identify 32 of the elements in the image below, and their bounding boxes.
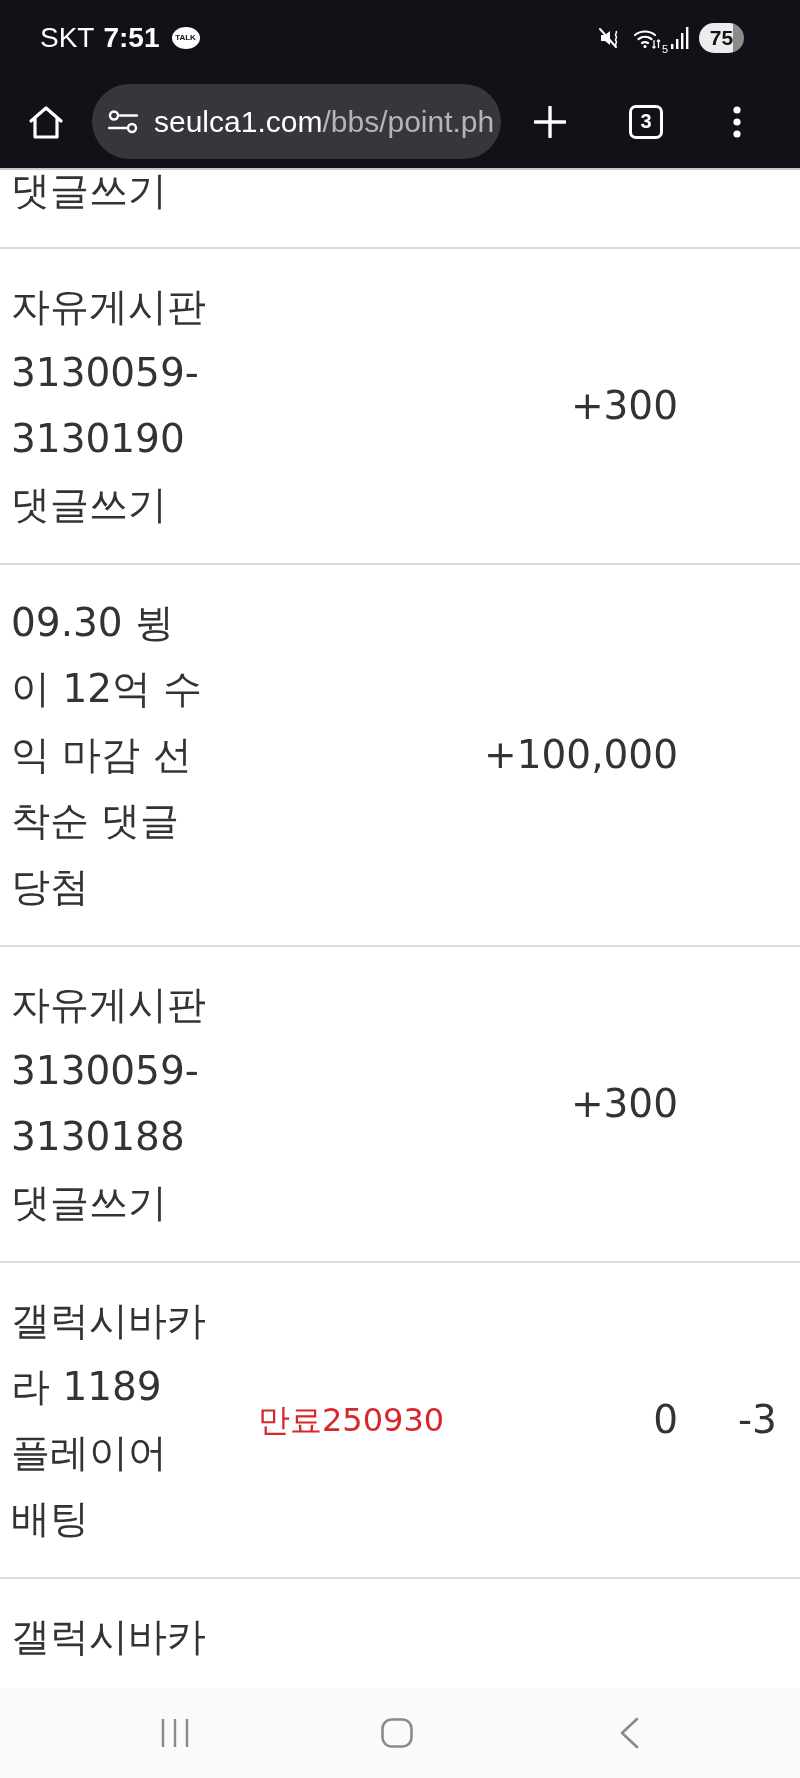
home-icon — [28, 104, 64, 139]
table-cell-text: +300 — [570, 382, 678, 430]
table-cell-text: +100,000 — [484, 731, 678, 779]
table-cell-text: 만료250930 — [258, 1400, 445, 1441]
wifi-band-label: 5 — [661, 44, 668, 55]
address-bar[interactable]: seulca1.com/bbs/point.ph — [92, 84, 501, 159]
clock-time: 7:51 — [103, 21, 160, 54]
table-cell-text: 자유게시판 3130059-3130188 댓글쓰기 — [11, 981, 207, 1227]
sliders-icon — [108, 109, 138, 134]
recent-apps-button[interactable] — [159, 1717, 191, 1749]
url-text: seulca1.com/bbs/point.ph — [154, 104, 495, 139]
table-cell-text: 자유게시판 3130059-3130190 댓글쓰기 — [11, 283, 207, 529]
signal-icon — [671, 26, 689, 49]
table-cell-text: 갤럭시바카라 1189 플레이어 배팅 — [11, 1297, 207, 1543]
vertical-dots-icon — [733, 105, 741, 138]
tab-count-button[interactable]: 3 — [629, 104, 663, 139]
chat-notification: TALK — [171, 26, 200, 49]
plus-icon — [534, 105, 566, 138]
more-options-button[interactable] — [731, 104, 743, 139]
battery-indicator: 75 — [699, 22, 744, 53]
table-cell-text: -3 — [738, 1396, 777, 1444]
back-icon — [619, 1717, 639, 1749]
table-cell-text: 댓글쓰기 — [11, 170, 168, 211]
table-cell-text: 0 — [653, 1396, 678, 1444]
new-tab-button[interactable] — [533, 104, 567, 139]
recent-apps-icon — [161, 1718, 189, 1748]
carrier-name: SKT — [40, 21, 95, 54]
table-cell-text: 갤럭시바카 — [11, 1613, 207, 1661]
table-cell-text: 09.30 뷩이 12억 수익 마감 선착순 댓글 당첨 — [11, 599, 204, 911]
rounded-square-icon — [381, 1718, 413, 1748]
table-cell-text: +300 — [570, 1080, 678, 1128]
home-button[interactable] — [27, 103, 65, 140]
